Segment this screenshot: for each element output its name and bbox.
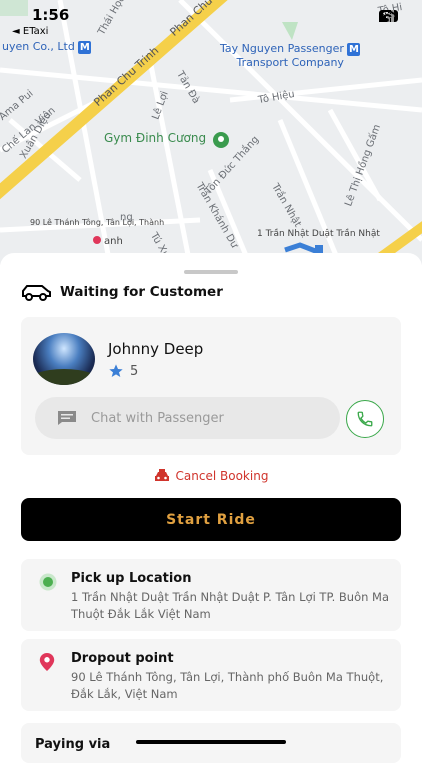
map-view[interactable]: Thái Học uyen Co., Ltd M Phan Chu Trinh … — [0, 0, 422, 265]
map-pin-icon — [39, 653, 55, 671]
map-label-ng: ng — [120, 212, 133, 223]
dropout-location-card[interactable]: Dropout point 90 Lê Thánh Tông, Tân Lợi,… — [21, 639, 401, 711]
map-poi-tay-nguyen: Tay Nguyen Passenger M Transport Company — [220, 42, 361, 69]
pickup-location-card[interactable]: Pick up Location 1 Trần Nhật Duật Trần N… — [21, 559, 401, 631]
passenger-card: Johnny Deep 5 Chat with Passenger — [21, 317, 401, 455]
avatar — [33, 333, 95, 385]
cancel-booking-button[interactable]: Cancel Booking — [0, 469, 422, 483]
passenger-name: Johnny Deep — [108, 340, 204, 358]
map-poi-gym: Gym Đinh Cương — [104, 131, 207, 145]
wifi-icon — [379, 10, 396, 22]
cancel-booking-label: Cancel Booking — [175, 469, 269, 483]
metro-icon: M — [78, 41, 92, 54]
map-label-addr-bottom: 90 Lê Thánh Tông, Tân Lợi, Thành — [30, 218, 165, 227]
map-label-anh: anh — [104, 236, 123, 247]
pickup-dot-icon — [39, 573, 57, 591]
pickup-title: Pick up Location — [71, 571, 192, 586]
dropout-title: Dropout point — [71, 651, 174, 666]
call-passenger-button[interactable] — [346, 400, 384, 438]
ride-status-title: Waiting for Customer — [60, 284, 223, 300]
car-icon — [22, 285, 51, 301]
map-label-addr-right: 1 Trần Nhật Duật Trần Nhật — [257, 229, 380, 239]
star-icon — [109, 364, 123, 377]
back-to-app-link[interactable]: ◄ ETaxi — [12, 26, 48, 37]
map-label-company-left: uyen Co., Ltd M — [2, 40, 92, 54]
rating-value: 5 — [130, 363, 139, 379]
sheet-grabber[interactable] — [184, 270, 238, 274]
ride-status-row: Waiting for Customer — [20, 283, 223, 301]
chat-placeholder: Chat with Passenger — [91, 410, 224, 426]
ride-bottom-sheet: Waiting for Customer Johnny Deep 5 Chat … — [0, 253, 422, 763]
dropout-address: 90 Lê Thánh Tông, Tân Lợi, Thành phố Buô… — [71, 670, 384, 701]
phone-icon — [357, 411, 373, 427]
taxi-cancel-icon — [154, 469, 169, 481]
chat-with-passenger-input[interactable]: Chat with Passenger — [35, 397, 340, 439]
metro-icon: M — [347, 43, 361, 56]
start-ride-button[interactable]: Start Ride — [21, 498, 401, 541]
start-ride-label: Start Ride — [166, 511, 256, 528]
pickup-address: 1 Trần Nhật Duật Trần Nhật Duật P. Tân L… — [71, 590, 390, 621]
chat-icon — [58, 411, 76, 425]
status-indicators: 83 — [379, 10, 398, 22]
home-indicator[interactable] — [136, 740, 286, 744]
passenger-rating: 5 — [108, 363, 138, 379]
status-time: 1:56 — [32, 6, 70, 24]
